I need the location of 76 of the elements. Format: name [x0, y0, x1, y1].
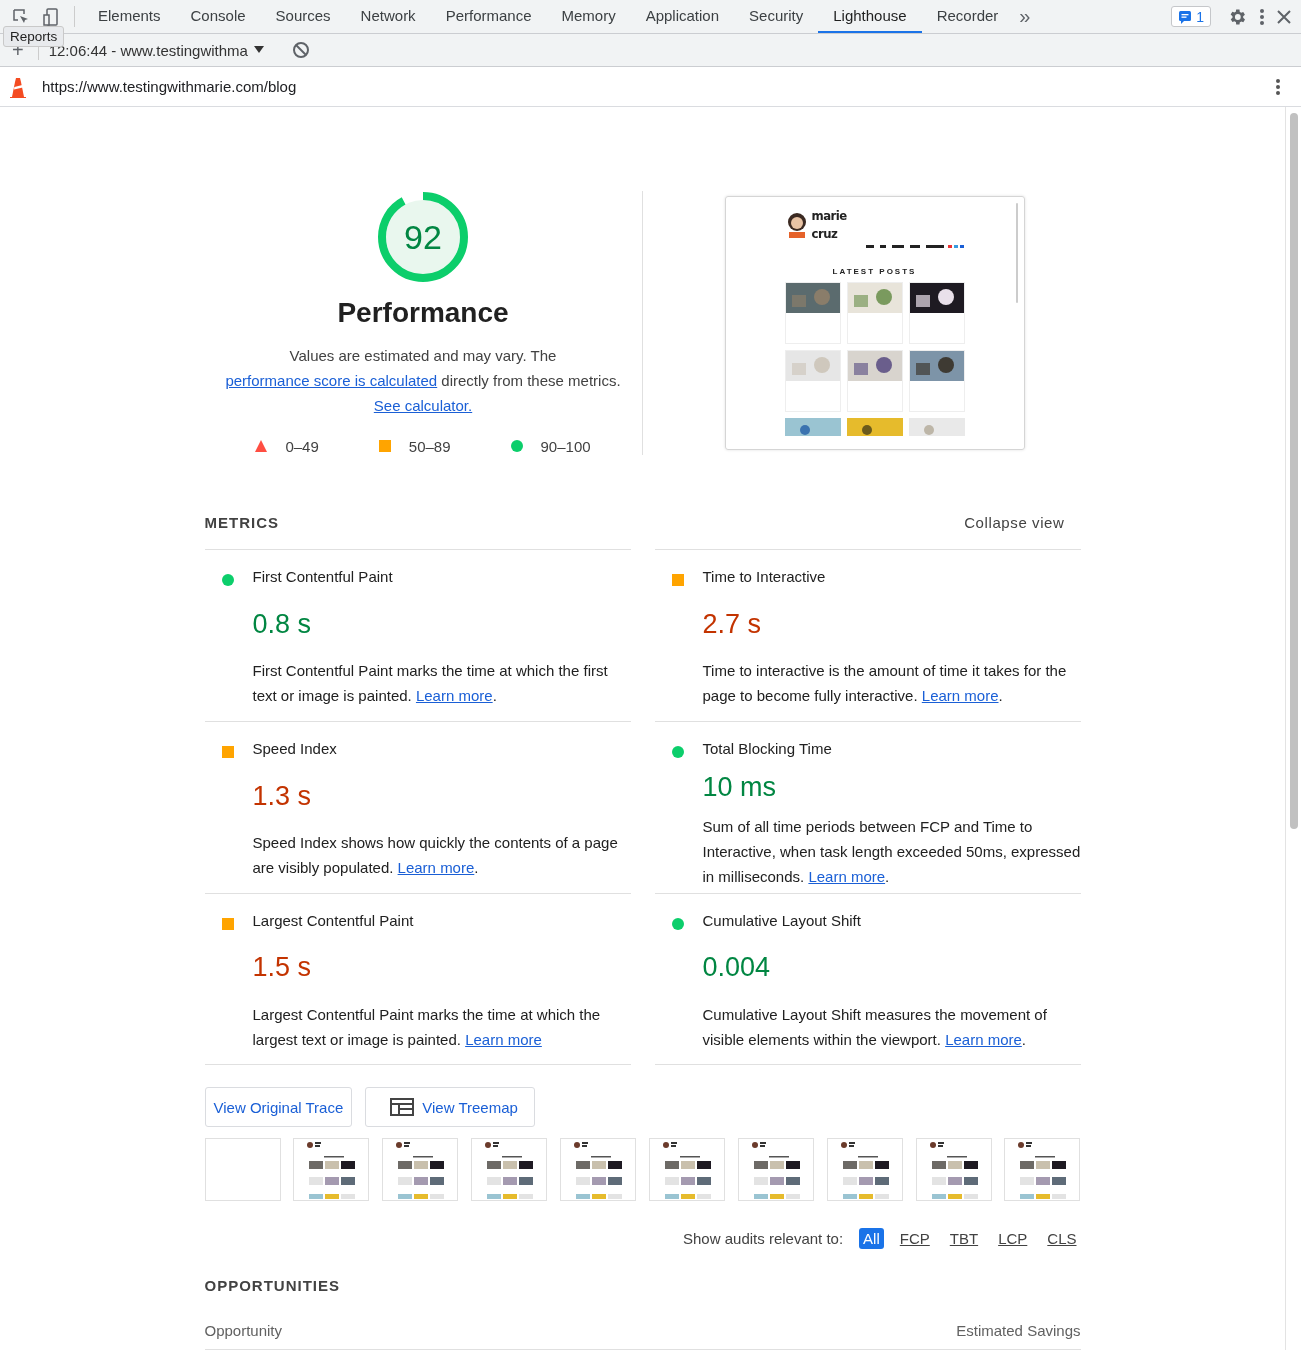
metric-name: Total Blocking Time — [702, 740, 833, 759]
metric-value: 10 ms — [702, 772, 778, 805]
category-title: Performance — [337, 296, 509, 329]
panel-tab[interactable]: Memory — [546, 0, 631, 33]
filter-label: Show audits relevant to: — [683, 1230, 844, 1247]
metric-name: First Contentful Paint — [252, 568, 394, 587]
panel-tab[interactable]: Recorder — [921, 0, 1014, 33]
metric-name: Speed Index — [252, 740, 338, 759]
column-header: Opportunity — [204, 1322, 283, 1339]
metric-description: Largest Contentful Paint marks the time at which the largest text or image is painted. Learn more — [252, 1004, 602, 1050]
report-url: https://www.testingwithmarie.com/blog — [42, 78, 298, 95]
panel-tab[interactable]: Console — [175, 0, 261, 33]
average-square-icon — [378, 440, 391, 452]
panel-tab[interactable]: Application — [630, 0, 735, 33]
description-link[interactable]: See calculator. — [373, 396, 473, 414]
metric-description: Sum of all time periods between FCP and Time to Interactive, when task length exceeded 50ms, expressed in milliseconds. Learn more. — [702, 816, 1081, 887]
average-square-icon — [671, 574, 684, 586]
section-heading: LATEST POSTS — [832, 266, 917, 276]
issues-button[interactable]: 1 — [1171, 6, 1211, 27]
learn-more-link[interactable]: Learn more — [921, 687, 999, 705]
learn-more-link[interactable]: Learn more — [397, 859, 475, 877]
average-square-icon — [221, 746, 234, 758]
fail-triangle-icon — [255, 440, 268, 452]
section-title: METRICS — [204, 514, 279, 531]
lighthouse-icon — [10, 75, 26, 98]
pass-circle-icon — [221, 574, 234, 586]
site-name: marie — [811, 206, 847, 225]
metric-value: 1.3 s — [252, 780, 313, 813]
metric-description: Time to interactive is the amount of time it takes for the page to become fully interactive. Learn more. — [702, 661, 1068, 707]
pass-circle-icon — [510, 440, 523, 452]
legend-label: 90–100 — [540, 437, 591, 455]
panel-tab[interactable]: Sources — [260, 0, 346, 33]
audit-filter-chip[interactable]: LCP — [994, 1228, 1032, 1249]
avatar-icon — [785, 211, 808, 238]
metric-description: Cumulative Layout Shift measures the movement of visible elements within the viewport. Learn more. — [702, 1004, 1048, 1050]
metric-description: First Contentful Paint marks the time at which the first text or image is painted. Learn more. — [252, 661, 609, 707]
pass-circle-icon — [671, 746, 684, 758]
legend-label: 50–89 — [408, 437, 451, 455]
collapse-view-button[interactable]: Collapse view — [964, 514, 1081, 531]
audit-filter-chip[interactable]: CLS — [1043, 1228, 1081, 1249]
column-header: Estimated Savings — [956, 1322, 1081, 1339]
panel-tab[interactable]: Network — [345, 0, 431, 33]
panel-tab[interactable]: Performance — [430, 0, 547, 33]
score-value: 92 — [404, 219, 442, 254]
score-description: Values are estimated and may vary. The performance score is calculated directly from these metrics. See calculator. — [224, 345, 622, 416]
metric-name: Cumulative Layout Shift — [702, 912, 862, 931]
tooltip: Reports — [3, 26, 65, 47]
caret-icon — [253, 46, 264, 54]
treemap-icon — [390, 1098, 415, 1116]
site-name: cruz — [811, 224, 839, 243]
average-square-icon — [221, 918, 234, 930]
learn-more-link[interactable]: Learn more — [465, 1030, 542, 1048]
metric-description: Speed Index shows how quickly the contents of a page are visibly populated. Learn more. — [252, 833, 619, 879]
audit-filter-chip[interactable]: FCP — [895, 1228, 934, 1249]
scrollbar-thumb[interactable] — [1289, 113, 1298, 829]
learn-more-link[interactable]: Learn more — [808, 867, 886, 885]
description-link[interactable]: performance score is calculated — [225, 371, 438, 389]
audit-filter-chip[interactable]: All — [859, 1228, 884, 1249]
metric-value: 0.8 s — [252, 608, 313, 641]
view-treemap-button[interactable]: View Treemap — [365, 1087, 535, 1127]
metric-name: Largest Contentful Paint — [252, 912, 415, 931]
section-title: OPPORTUNITIES — [204, 1277, 341, 1294]
metric-value: 2.7 s — [702, 608, 763, 641]
pass-circle-icon — [671, 918, 684, 930]
panel-tab[interactable]: Security — [734, 0, 819, 33]
panel-tab[interactable]: Elements — [83, 0, 176, 33]
view-trace-button[interactable]: View Original Trace — [204, 1087, 353, 1127]
metric-value: 0.004 — [702, 952, 772, 985]
learn-more-link[interactable]: Learn more — [415, 687, 493, 705]
more-tabs-button[interactable]: » — [1013, 0, 1037, 33]
metric-name: Time to Interactive — [702, 568, 827, 587]
legend-label: 0–49 — [285, 437, 319, 455]
metric-value: 1.5 s — [252, 952, 313, 985]
message-icon — [1178, 9, 1193, 24]
learn-more-link[interactable]: Learn more — [945, 1030, 1022, 1048]
audit-filter-chip[interactable]: TBT — [945, 1228, 983, 1249]
